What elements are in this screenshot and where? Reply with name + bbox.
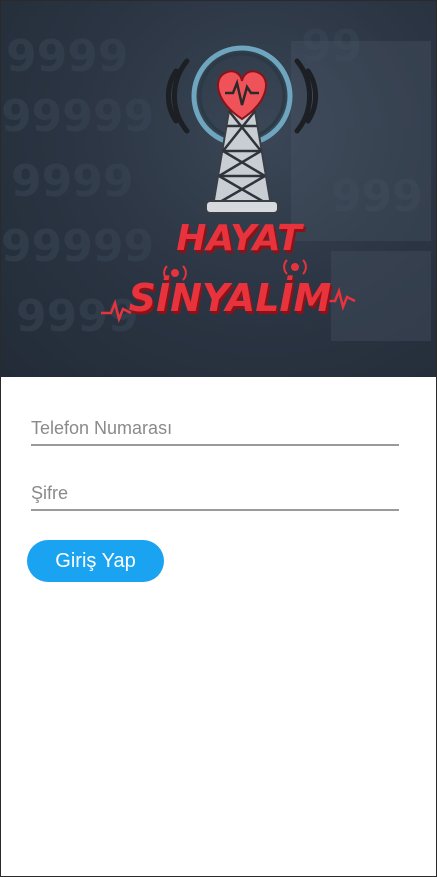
tower-icon [205, 110, 279, 214]
password-input[interactable] [31, 479, 399, 507]
password-field[interactable] [31, 479, 399, 511]
svg-text:99999: 99999 [1, 221, 154, 272]
logo-line2: SİNYALİM [129, 276, 332, 320]
signal-right-icon [283, 259, 307, 275]
heart-icon [217, 70, 267, 121]
login-screen: 9999 99999 9999 99999 9999 99 999 [0, 0, 437, 877]
svg-text:99999: 99999 [1, 91, 154, 142]
svg-text:9999: 9999 [11, 156, 133, 207]
logo-line1: HAYAT [176, 218, 304, 259]
phone-input[interactable] [31, 414, 399, 442]
phone-field[interactable] [31, 414, 399, 446]
logo-image: 9999 99999 9999 99999 9999 99 999 [1, 21, 431, 342]
svg-text:9999: 9999 [6, 31, 128, 82]
login-button[interactable]: Giriş Yap [27, 540, 164, 582]
hero-banner: 9999 99999 9999 99999 9999 99 999 [1, 1, 436, 377]
